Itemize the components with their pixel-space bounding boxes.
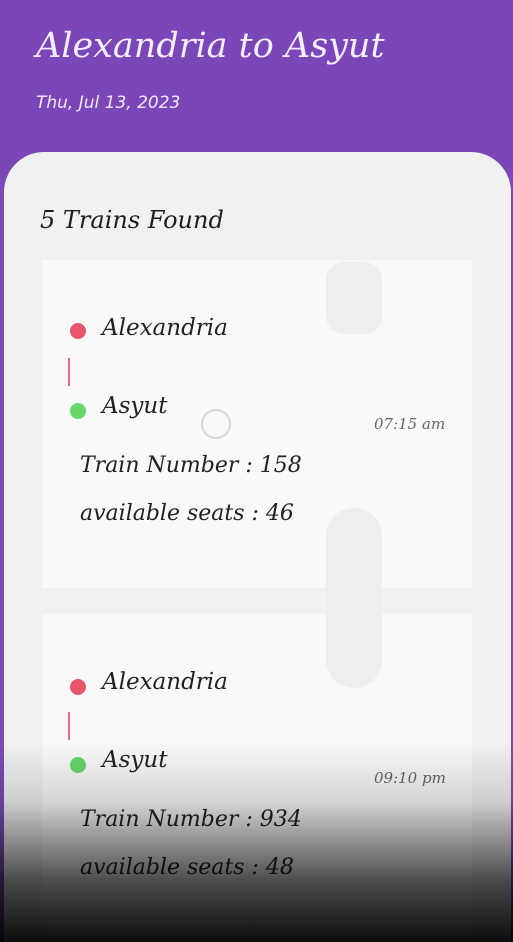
results-count: 5 Trains Found xyxy=(40,206,224,234)
destination-station: Asyut xyxy=(102,747,168,773)
destination-dot-icon xyxy=(70,757,86,773)
train-number: Train Number : 158 xyxy=(80,453,302,478)
available-seats: available seats : 46 xyxy=(80,501,294,526)
travel-date: Thu, Jul 13, 2023 xyxy=(36,93,181,113)
glare-overlay xyxy=(326,508,382,688)
origin-dot-icon xyxy=(70,679,86,695)
train-card[interactable]: Alexandria Asyut 09:10 pm Train Number :… xyxy=(42,614,472,942)
train-card[interactable]: Alexandria Asyut 07:15 am Train Number :… xyxy=(42,260,472,588)
route-connector xyxy=(68,358,70,386)
destination-dot-icon xyxy=(70,403,86,419)
origin-dot-icon xyxy=(70,323,86,339)
glare-overlay xyxy=(326,262,382,334)
departure-time: 09:10 pm xyxy=(374,769,446,787)
departure-time: 07:15 am xyxy=(374,415,446,433)
route-title: Alexandria to Asyut xyxy=(36,26,385,66)
app-screen: Alexandria to Asyut Thu, Jul 13, 2023 5 … xyxy=(0,0,513,942)
touch-indicator-icon xyxy=(201,409,231,439)
app-header: Alexandria to Asyut Thu, Jul 13, 2023 xyxy=(0,0,513,175)
destination-station: Asyut xyxy=(102,393,168,419)
available-seats: available seats : 48 xyxy=(80,855,294,880)
train-number: Train Number : 934 xyxy=(80,807,302,832)
route-connector xyxy=(68,712,70,740)
origin-station: Alexandria xyxy=(102,315,228,341)
origin-station: Alexandria xyxy=(102,669,228,695)
